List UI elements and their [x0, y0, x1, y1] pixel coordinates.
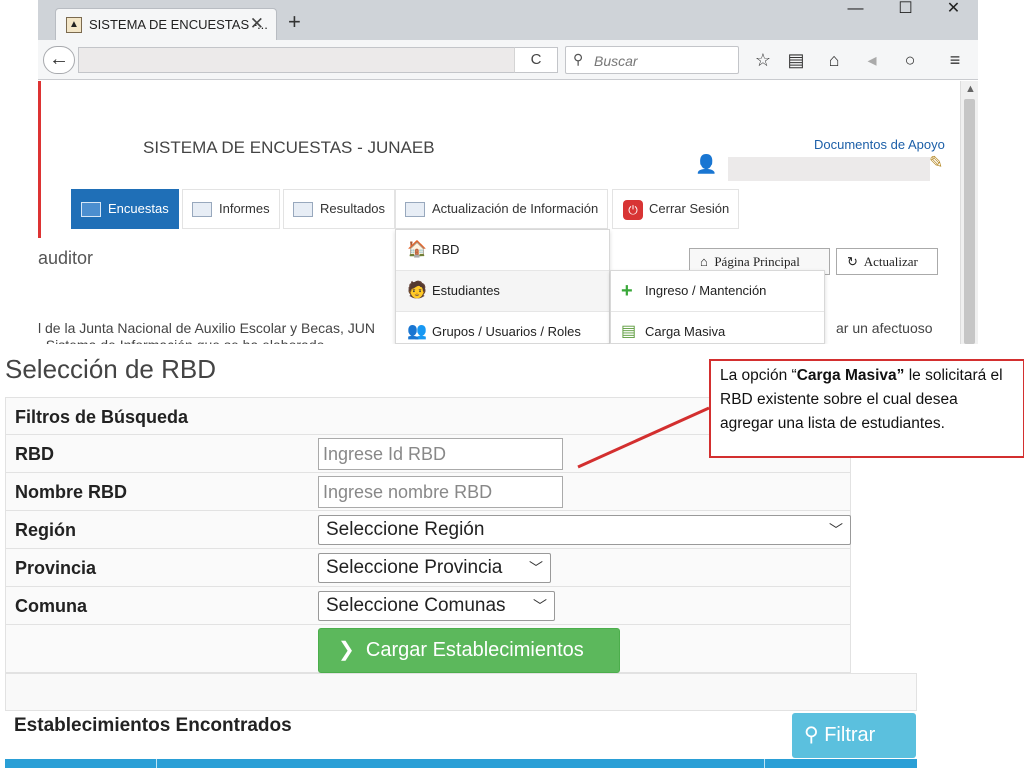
callout-prefix: La opción “	[720, 367, 797, 384]
callout-bold: Carga Masiva”	[796, 367, 905, 384]
callout-box: La opción “Carga Masiva” le solicitará e…	[709, 359, 1024, 458]
